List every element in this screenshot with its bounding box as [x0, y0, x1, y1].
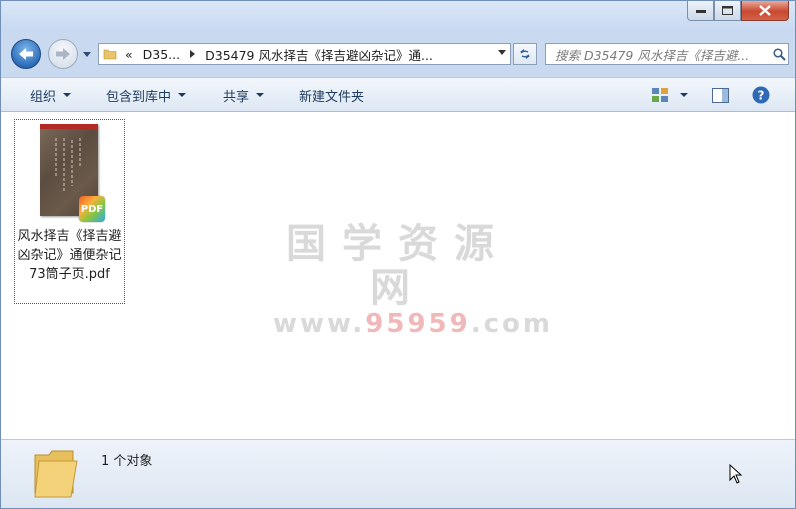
minimize-icon	[695, 9, 706, 13]
breadcrumb-parent[interactable]: D35...	[143, 47, 180, 62]
title-bar	[1, 1, 795, 31]
maximize-button[interactable]	[714, 1, 741, 21]
file-item-pdf[interactable]: PDF 风水择吉《择吉避凶杂记》通便杂记 73筒子页.pdf	[14, 119, 125, 304]
watermark-url: www.95959.com	[273, 309, 550, 339]
folder-icon	[34, 450, 78, 498]
view-options-icon	[652, 88, 668, 102]
forward-arrow-icon	[56, 48, 70, 60]
chevron-down-icon	[256, 93, 265, 97]
address-dropdown-icon[interactable]	[498, 50, 506, 55]
maximize-icon	[722, 6, 733, 15]
chevron-down-icon	[63, 93, 72, 97]
forward-button[interactable]	[48, 39, 78, 69]
thumbnail-header-strip	[40, 124, 98, 129]
command-bar: 组织 包含到库中 共享 新建文件夹 ?	[1, 77, 795, 112]
new-folder-button[interactable]: 新建文件夹	[299, 78, 364, 112]
folder-icon	[103, 49, 117, 60]
watermark: 国学资源网 www.95959.com	[273, 221, 550, 339]
back-arrow-icon	[19, 48, 33, 60]
file-name-label[interactable]: 风水择吉《择吉避凶杂记》通便杂记 73筒子页.pdf	[15, 227, 124, 284]
new-folder-label: 新建文件夹	[299, 89, 365, 105]
watermark-url-number: 95959	[365, 309, 471, 339]
chevron-down-icon	[178, 93, 187, 97]
organize-menu[interactable]: 组织	[30, 78, 72, 112]
watermark-url-prefix: www.	[273, 309, 366, 339]
details-pane: 1 个对象	[1, 439, 795, 508]
close-button[interactable]	[741, 1, 789, 21]
preview-pane-button[interactable]	[712, 78, 729, 112]
cursor-icon	[729, 464, 743, 484]
address-bar[interactable]: « D35... D35479 风水择吉《择吉避凶杂记》通...	[98, 43, 511, 65]
navigation-row: « D35... D35479 风水择吉《择吉避凶杂记》通... 搜索 D354…	[1, 31, 795, 77]
search-box[interactable]: 搜索 D35479 风水择吉《择吉避...	[545, 43, 789, 65]
watermark-url-suffix: .com	[470, 309, 553, 339]
search-icon[interactable]	[773, 47, 786, 61]
pdf-icon: PDF	[79, 196, 105, 222]
back-button[interactable]	[11, 39, 41, 69]
watermark-title: 国学资源网	[286, 221, 510, 311]
help-icon: ?	[752, 86, 770, 104]
window-controls	[687, 1, 789, 22]
include-library-label: 包含到库中	[106, 89, 172, 105]
breadcrumb-current[interactable]: D35479 风水择吉《择吉避凶杂记》通...	[205, 45, 433, 64]
item-count: 1 个对象	[101, 454, 153, 469]
address-overflow-chevron[interactable]: «	[125, 47, 133, 62]
refresh-button[interactable]	[513, 43, 537, 65]
explorer-window: « D35... D35479 风水择吉《择吉避凶杂记》通... 搜索 D354…	[0, 0, 796, 509]
organize-label: 组织	[30, 89, 57, 105]
breadcrumb-separator-icon[interactable]	[190, 50, 196, 58]
refresh-icon	[520, 49, 530, 59]
include-in-library-menu[interactable]: 包含到库中	[106, 78, 187, 112]
share-label: 共享	[223, 89, 250, 105]
file-list-pane[interactable]: 国学资源网 www.95959.com PDF 风水择吉《择吉避凶杂记》通便杂记…	[1, 112, 795, 439]
chevron-down-icon	[83, 51, 91, 57]
chevron-down-icon[interactable]	[680, 93, 688, 97]
minimize-button[interactable]	[687, 1, 714, 21]
close-icon	[759, 5, 771, 16]
svg-text:?: ?	[758, 89, 765, 103]
view-options-button[interactable]	[652, 78, 688, 112]
share-menu[interactable]: 共享	[223, 78, 265, 112]
recent-pages-dropdown[interactable]	[82, 48, 92, 60]
search-input[interactable]: 搜索 D35479 风水择吉《择吉避...	[555, 45, 769, 64]
preview-pane-icon	[712, 87, 729, 103]
help-button[interactable]: ?	[752, 78, 770, 112]
